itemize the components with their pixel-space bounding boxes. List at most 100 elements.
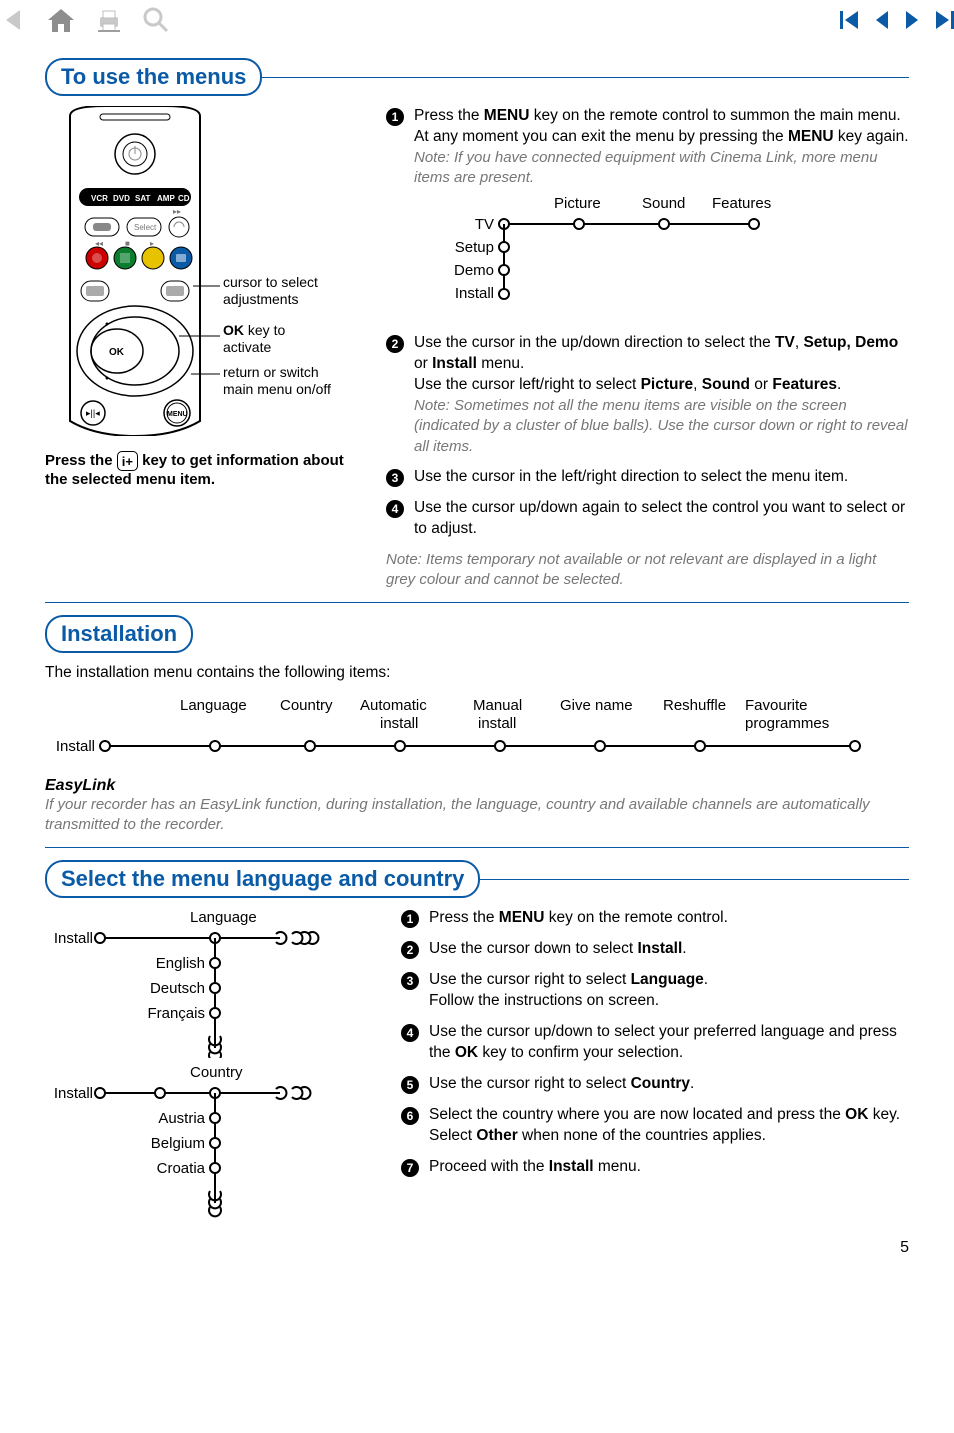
svg-text:programmes: programmes [745, 715, 829, 732]
sl-s2-b: Install [638, 940, 683, 957]
sl-s3-c: . [704, 971, 708, 988]
remote-label-ok-rest: key to [244, 322, 285, 338]
home-icon[interactable] [46, 6, 76, 34]
sl-step-1-marker: 1 [401, 910, 419, 928]
svg-text:TV: TV [475, 216, 494, 233]
s2-pic: Picture [641, 376, 694, 393]
svg-text:OK: OK [109, 347, 125, 358]
s1-a: Press the [414, 107, 484, 124]
sl-s6-c: key. [868, 1106, 900, 1123]
heading-select-lang: Select the menu language and country [45, 860, 480, 898]
s4-text: Use the cursor up/down again to select t… [414, 498, 909, 540]
first-icon[interactable] [840, 9, 860, 31]
page-number: 5 [45, 1239, 909, 1257]
sl-s2-c: . [682, 940, 686, 957]
svg-text:Austria: Austria [158, 1110, 205, 1127]
sl-s5-b: Country [631, 1075, 690, 1092]
remote-label-return-l1: return or switch [223, 364, 319, 380]
svg-text:SAT: SAT [135, 194, 151, 203]
svg-text:MENU: MENU [167, 411, 188, 418]
step-3-marker: 3 [386, 469, 404, 487]
step-4-marker: 4 [386, 500, 404, 518]
step-2-marker: 2 [386, 335, 404, 353]
next-icon[interactable] [904, 9, 920, 31]
sl-s6-f: when none of the countries applies. [518, 1127, 766, 1144]
info-key-icon: i+ [117, 451, 138, 471]
svg-text:Demo: Demo [454, 262, 494, 279]
remote-label-ok-l2: activate [223, 339, 271, 355]
divider [45, 602, 909, 603]
installation-intro: The installation menu contains the follo… [45, 663, 909, 684]
svg-text:Belgium: Belgium [151, 1135, 205, 1152]
svg-text:install: install [478, 715, 516, 732]
svg-text:Picture: Picture [554, 195, 601, 212]
sl-s1-a: Press the [429, 909, 499, 926]
svg-text:Setup: Setup [455, 239, 494, 256]
sl-step-3-marker: 3 [401, 972, 419, 990]
sl-s7-c: menu. [594, 1158, 641, 1175]
s2-note: Note: Sometimes not all the menu items a… [414, 396, 909, 457]
menu-tree-diagram: Picture Sound Features [424, 194, 909, 311]
s1-e: key again. [834, 128, 909, 145]
remote-label-return-l2: main menu on/off [223, 381, 331, 397]
svg-text:Sound: Sound [642, 195, 685, 212]
sl-s5-a: Use the cursor right to select [429, 1075, 631, 1092]
language-diagram: Language Install [45, 908, 375, 1063]
s2-sound: Sound [702, 376, 750, 393]
svg-text:VCR: VCR [91, 194, 108, 203]
s1-b: MENU [484, 107, 530, 124]
divider-2 [45, 847, 909, 848]
svg-text:Croatia: Croatia [157, 1160, 206, 1177]
heading-use-menus: To use the menus [45, 58, 262, 96]
easylink-heading: EasyLink [45, 777, 909, 795]
sl-s3-a: Use the cursor right to select [429, 971, 631, 988]
svg-text:▸||◂: ▸||◂ [86, 408, 100, 418]
sl-s1-b: MENU [499, 909, 545, 926]
svg-text:Français: Français [147, 1005, 205, 1022]
heading-installation: Installation [45, 615, 193, 653]
svg-text:Language: Language [190, 909, 257, 926]
step-1-marker: 1 [386, 108, 404, 126]
svg-text:Country: Country [280, 697, 333, 714]
s2-d: menu. [477, 355, 524, 372]
s2-tv: TV [775, 334, 795, 351]
easylink-text: If your recorder has an EasyLink functio… [45, 795, 909, 836]
svg-text:DVD: DVD [113, 194, 130, 203]
back-icon[interactable] [0, 6, 28, 34]
sl-s6-d: Select [429, 1127, 476, 1144]
search-icon[interactable] [142, 6, 170, 34]
sl-s7-b: Install [549, 1158, 594, 1175]
last-icon[interactable] [934, 9, 954, 31]
s2-setup: Setup, Demo [803, 334, 898, 351]
sl-s5-c: . [690, 1075, 694, 1092]
sl-s3-d: Follow the instructions on screen. [429, 992, 659, 1009]
sl-step-5-marker: 5 [401, 1076, 419, 1094]
svg-text:Favourite: Favourite [745, 697, 808, 714]
s3-text: Use the cursor in the left/right directi… [414, 467, 848, 488]
s2-a: Use the cursor in the up/down direction … [414, 334, 775, 351]
heading-rule-2 [478, 879, 909, 880]
svg-text:Install: Install [56, 738, 95, 755]
sl-s4-b: OK [455, 1044, 478, 1061]
remote-label-cursor-l1: cursor to select [223, 274, 318, 290]
sl-s1-c: key on the remote control. [544, 909, 728, 926]
svg-text:▸▸: ▸▸ [173, 207, 181, 216]
sl-s6-a: Select the country where you are now loc… [429, 1106, 845, 1123]
s2-feat: Features [772, 376, 837, 393]
sl-s2-a: Use the cursor down to select [429, 940, 638, 957]
svg-text:Reshuffle: Reshuffle [663, 697, 726, 714]
sl-s6-e: Other [476, 1127, 517, 1144]
svg-text:English: English [156, 955, 205, 972]
print-icon[interactable] [94, 6, 124, 34]
s2-g: or [750, 376, 772, 393]
prev-icon[interactable] [874, 9, 890, 31]
remote-illustration: VCR DVD SAT AMP CD Select ▸▸ ◂◂ ■ [45, 106, 360, 441]
svg-text:Install: Install [54, 1085, 93, 1102]
s2-e: Use the cursor left/right to select [414, 376, 641, 393]
remote-label-cursor-l2: adjustments [223, 291, 298, 307]
svg-text:Install: Install [455, 285, 494, 302]
svg-text:AMP: AMP [157, 194, 175, 203]
menus-end-note: Note: Items temporary not available or n… [386, 550, 909, 591]
svg-text:Country: Country [190, 1064, 243, 1081]
sl-s4-c: key to confirm your selection. [478, 1044, 683, 1061]
